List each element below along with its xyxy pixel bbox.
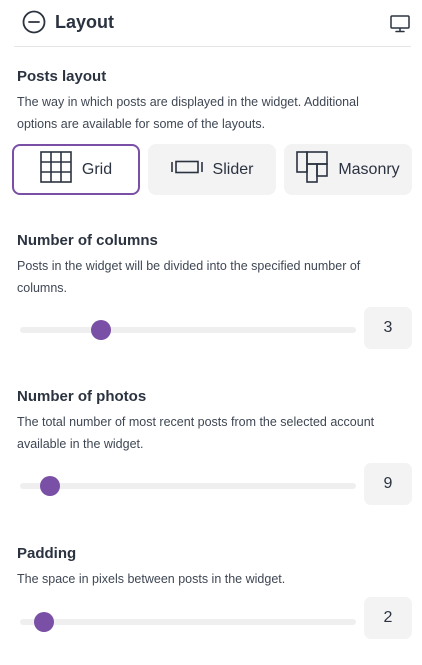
- slider-track: [20, 619, 356, 625]
- layout-option-slider[interactable]: Slider: [148, 144, 276, 195]
- layout-option-masonry[interactable]: Masonry: [284, 144, 412, 195]
- photos-value-input[interactable]: 9: [364, 463, 412, 505]
- posts-layout-description: The way in which posts are displayed in …: [17, 95, 359, 131]
- grid-icon: [40, 151, 72, 188]
- padding-value-input[interactable]: 2: [364, 597, 412, 639]
- photos-slider[interactable]: [20, 475, 356, 497]
- padding-description: The space in pixels between posts in the…: [17, 572, 286, 586]
- slider-thumb[interactable]: [33, 612, 54, 632]
- posts-layout-title: Posts layout: [17, 68, 107, 85]
- padding-title: Padding: [17, 545, 77, 562]
- layout-option-grid[interactable]: Grid: [12, 144, 140, 195]
- padding-slider[interactable]: [20, 611, 356, 633]
- desktop-monitor-icon[interactable]: [389, 12, 411, 34]
- photos-title: Number of photos: [17, 388, 147, 405]
- layout-option-label: Grid: [81, 160, 113, 178]
- photos-description: The total number of most recent posts fr…: [17, 415, 375, 451]
- slider-icon: [170, 160, 203, 179]
- minus-circle-icon[interactable]: [22, 10, 46, 34]
- columns-description: Posts in the widget will be divided into…: [17, 259, 361, 295]
- slider-thumb[interactable]: [90, 320, 111, 340]
- layout-settings-panel: Layout Posts layout The way in which pos…: [0, 0, 422, 665]
- slider-track: [20, 483, 356, 489]
- slider-track: [20, 327, 356, 333]
- panel-title: Layout: [55, 12, 115, 32]
- columns-title: Number of columns: [17, 232, 158, 249]
- panel-header: Layout: [14, 0, 411, 47]
- columns-slider[interactable]: [20, 319, 356, 341]
- layout-option-label: Slider: [212, 160, 254, 178]
- masonry-icon: [296, 151, 329, 188]
- columns-value-input[interactable]: 3: [364, 307, 412, 349]
- layout-option-label: Masonry: [338, 160, 400, 178]
- slider-thumb[interactable]: [40, 476, 61, 496]
